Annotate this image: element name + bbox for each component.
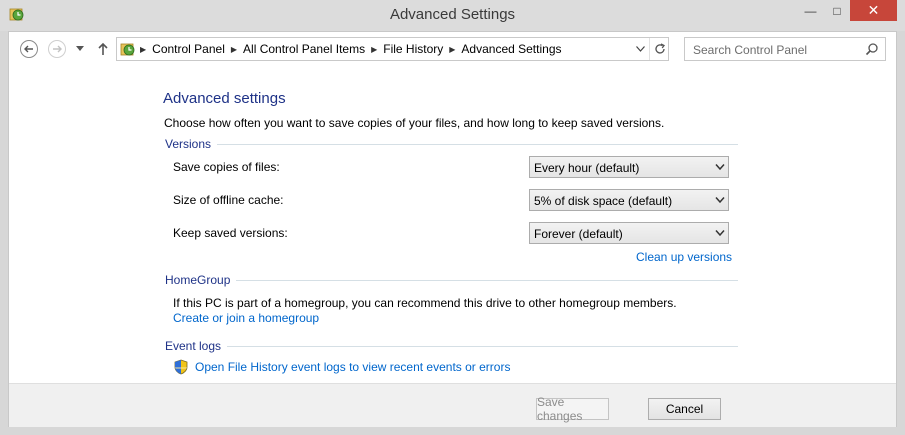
title-bar: Advanced Settings — □ ✕ [0,0,905,31]
breadcrumb-separator-icon[interactable]: ▶ [230,45,238,54]
search-box[interactable]: Search Control Panel [684,37,886,61]
minimize-button[interactable]: — [797,0,824,21]
refresh-icon [654,43,665,54]
breadcrumb-separator-icon[interactable]: ▶ [370,45,378,54]
save-copies-select[interactable]: Every hour (default) [529,156,729,178]
chevron-down-icon [76,46,84,51]
window-title: Advanced Settings [389,6,516,23]
cancel-button[interactable]: Cancel [648,398,721,420]
breadcrumb-all-items[interactable]: All Control Panel Items [238,42,370,56]
save-copies-label: Save copies of files: [173,160,280,174]
control-panel-icon [120,43,135,56]
back-arrow-icon [20,40,38,58]
breadcrumb-separator-icon[interactable]: ▶ [139,45,147,54]
chevron-down-icon [715,197,725,204]
group-divider [227,345,738,347]
forward-arrow-icon [48,40,66,58]
maximize-button[interactable]: □ [824,0,850,21]
back-button[interactable] [19,39,39,59]
clean-up-versions-link[interactable]: Clean up versions [636,250,732,264]
keep-versions-value: Forever (default) [534,227,623,241]
breadcrumb: ▶ Control Panel ▶ All Control Panel Item… [139,38,567,60]
versions-group-label: Versions [165,137,212,151]
up-button[interactable] [93,39,113,59]
close-icon: ✕ [867,2,880,18]
create-homegroup-link[interactable]: Create or join a homegroup [173,311,319,325]
homegroup-group-header: HomeGroup [165,272,738,288]
client-area: ▶ Control Panel ▶ All Control Panel Item… [8,31,897,427]
breadcrumb-separator-icon[interactable]: ▶ [448,45,456,54]
homegroup-description: If this PC is part of a homegroup, you c… [173,296,677,310]
page-description: Choose how often you want to save copies… [164,116,665,130]
recent-locations-button[interactable] [73,39,87,59]
button-bar: Save changes Cancel [9,383,896,427]
keep-versions-label: Keep saved versions: [173,226,288,240]
search-icon[interactable] [865,42,879,56]
minimize-icon: — [804,3,817,18]
versions-group-header: Versions [165,136,738,152]
forward-button[interactable] [47,39,67,59]
breadcrumb-control-panel[interactable]: Control Panel [147,42,230,56]
navigation-bar: ▶ Control Panel ▶ All Control Panel Item… [9,32,896,66]
keep-versions-select[interactable]: Forever (default) [529,222,729,244]
group-divider [236,279,738,281]
search-input[interactable]: Search Control Panel [693,43,807,57]
event-logs-row[interactable]: Open File History event logs to view rec… [173,359,510,375]
shield-icon [174,359,188,375]
maximize-icon: □ [833,3,841,18]
chevron-down-icon [715,164,725,171]
chevron-down-icon [715,230,725,237]
breadcrumb-file-history[interactable]: File History [378,42,448,56]
save-changes-button[interactable]: Save changes [536,395,609,423]
homegroup-group-label: HomeGroup [165,273,231,287]
offline-cache-select[interactable]: 5% of disk space (default) [529,189,729,211]
window: Advanced Settings — □ ✕ ▶ Control Panel … [0,0,905,435]
event-logs-group-header: Event logs [165,338,738,354]
address-bar[interactable]: ▶ Control Panel ▶ All Control Panel Item… [116,37,669,61]
address-dropdown-button[interactable] [632,38,648,60]
group-divider [217,143,738,145]
save-copies-value: Every hour (default) [534,161,640,175]
event-logs-group-label: Event logs [165,339,222,353]
page-title: Advanced settings [163,90,286,107]
chevron-down-icon [635,46,645,52]
refresh-button[interactable] [649,38,669,60]
close-button[interactable]: ✕ [850,0,897,21]
up-arrow-icon [98,42,108,55]
offline-cache-label: Size of offline cache: [173,193,284,207]
breadcrumb-advanced-settings[interactable]: Advanced Settings [456,42,566,56]
offline-cache-value: 5% of disk space (default) [534,194,673,208]
main-content: Advanced settings Choose how often you w… [9,66,896,383]
open-event-logs-link[interactable]: Open File History event logs to view rec… [195,360,510,374]
